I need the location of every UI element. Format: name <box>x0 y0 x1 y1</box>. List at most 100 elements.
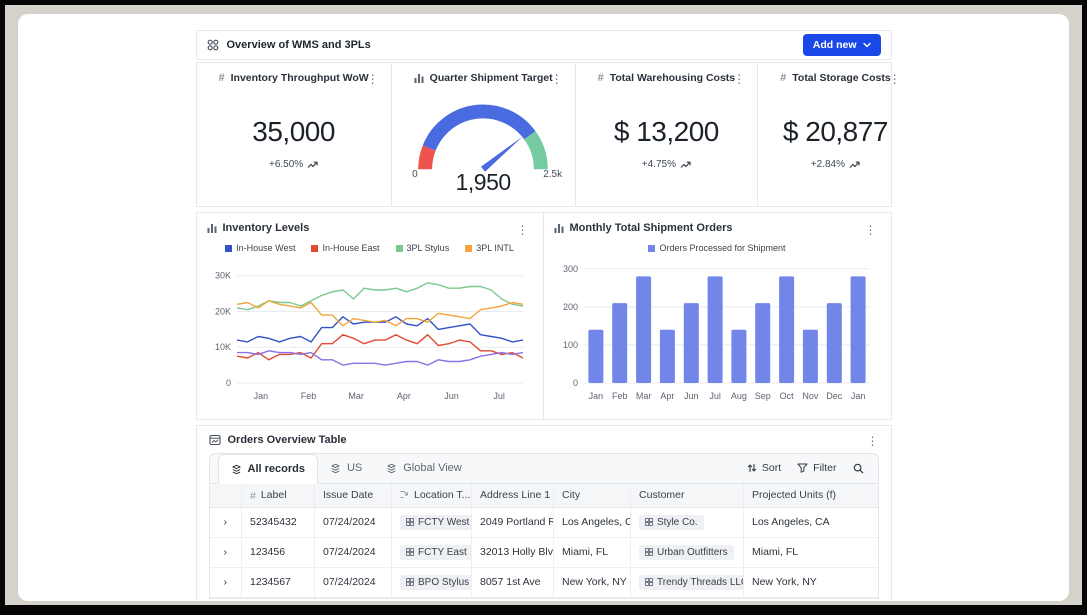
record-chip[interactable]: Trendy Threads LLC <box>639 575 744 590</box>
chip-label: FCTY East <box>418 547 467 558</box>
kpi-value: $ 13,200 <box>586 116 748 148</box>
cell-projected-units[interactable]: Miami, FL <box>744 537 878 567</box>
cell-issue-date[interactable]: 07/24/2024 <box>315 537 392 567</box>
column-header[interactable]: City <box>554 484 631 507</box>
inventory-levels-chart-card: Inventory Levels ⋮ In-House West In-House… <box>197 213 544 419</box>
table-row[interactable]: ›12345607/24/2024 FCTY East 32013 Holly Bl… <box>210 537 878 567</box>
kebab-menu-icon[interactable]: ⋮ <box>729 70 749 88</box>
bar <box>588 330 603 383</box>
cell-city[interactable]: Los Angeles, CA <box>554 507 631 537</box>
record-chip[interactable]: Urban Outfitters <box>639 545 734 560</box>
cell-issue-date[interactable]: 07/24/2024 <box>315 567 392 597</box>
kebab-menu-icon[interactable]: ⋮ <box>547 70 567 88</box>
tab-global-view[interactable]: Global View <box>374 453 474 483</box>
legend-swatch <box>648 245 655 252</box>
cell-city[interactable]: New York, NY <box>554 567 631 597</box>
bar-chart: 0100200300JanFebMarAprJunJulAugSepOctNov… <box>554 255 880 413</box>
sort-button[interactable]: Sort <box>747 462 781 474</box>
column-header[interactable]: #Label <box>242 484 315 507</box>
column-header-label: Location T... <box>414 489 470 501</box>
table-row[interactable]: ›123456707/24/2024 BPO Stylus8057 1st Ave… <box>210 567 878 597</box>
bar <box>826 303 841 383</box>
cell-customer[interactable]: Urban Outfitters <box>631 537 744 567</box>
legend-label: 3PL INTL <box>476 243 514 253</box>
tab-all-records[interactable]: All records <box>218 454 318 484</box>
kebab-menu-icon[interactable]: ⋮ <box>363 70 383 88</box>
kebab-menu-icon[interactable]: ⋮ <box>513 221 533 239</box>
column-header[interactable]: Issue Date <box>315 484 392 507</box>
cell-location[interactable]: BPO Stylus <box>392 567 472 597</box>
legend-swatch <box>311 245 318 252</box>
kebab-menu-icon[interactable]: ⋮ <box>861 221 881 239</box>
cell-label[interactable]: 123456 <box>242 537 315 567</box>
cell-projected-units[interactable]: New York, NY <box>744 567 878 597</box>
kebab-menu-icon[interactable]: ⋮ <box>885 70 905 88</box>
x-axis-tick: Aug <box>730 391 746 401</box>
add-new-button[interactable]: Add new <box>803 34 881 56</box>
cell-address-line-1[interactable]: 8057 1st Ave <box>472 567 554 597</box>
dashboard-grid-icon <box>207 39 219 51</box>
legend-label: In-House East <box>322 243 379 253</box>
y-axis-tick: 0 <box>225 378 230 388</box>
table-row[interactable]: ›5234543207/24/2024 FCTY West2049 Portlan… <box>210 507 878 537</box>
column-header[interactable]: Location T... <box>392 484 472 507</box>
search-icon[interactable] <box>853 463 864 474</box>
legend-item: In-House West <box>225 243 295 253</box>
row-expand-button[interactable]: › <box>210 507 242 537</box>
row-expand-button[interactable]: › <box>210 537 242 567</box>
record-chip[interactable]: FCTY West <box>400 515 472 530</box>
legend-label: Orders Processed for Shipment <box>659 243 785 253</box>
chart-title: Monthly Total Shipment Orders <box>570 222 733 234</box>
kpi-delta-text: +4.75% <box>642 159 676 170</box>
cell-customer[interactable]: Style Co. <box>631 507 744 537</box>
kebab-menu-icon[interactable]: ⋮ <box>863 432 883 450</box>
cell-address-line-1[interactable]: 32013 Holly Blvd. <box>472 537 554 567</box>
cell-location[interactable]: FCTY West <box>392 507 472 537</box>
sort-arrows-icon <box>747 463 757 473</box>
record-chip[interactable]: FCTY East <box>400 545 472 560</box>
hash-icon: # <box>219 72 225 84</box>
y-axis-tick: 0 <box>572 378 577 388</box>
y-axis-tick: 10K <box>214 342 230 352</box>
expander-column-header <box>210 484 242 507</box>
gauge-svg <box>408 90 558 180</box>
cell-city[interactable]: Miami, FL <box>554 537 631 567</box>
gauge-segment <box>530 135 541 169</box>
cell-address-line-1[interactable]: 2049 Portland Rd. <box>472 507 554 537</box>
x-axis-tick: Jul <box>709 391 721 401</box>
tab-us[interactable]: US <box>318 453 374 483</box>
x-axis-tick: Dec <box>826 391 843 401</box>
cell-customer[interactable]: Trendy Threads LLC <box>631 567 744 597</box>
bar <box>636 276 651 383</box>
chart-title: Inventory Levels <box>223 222 310 234</box>
row-expand-button[interactable]: › <box>210 567 242 597</box>
bar-chart-icon <box>414 73 424 83</box>
x-axis-tick: Nov <box>802 391 819 401</box>
kpi-title: Quarter Shipment Target <box>430 72 553 84</box>
grid-icon <box>645 518 653 526</box>
layers-icon <box>330 463 341 474</box>
y-axis-tick: 30K <box>214 271 230 281</box>
bar-chart-icon <box>554 223 564 233</box>
bar <box>612 303 627 383</box>
bar <box>802 330 817 383</box>
cell-issue-date[interactable]: 07/24/2024 <box>315 507 392 537</box>
monthly-shipment-orders-chart-card: Monthly Total Shipment Orders ⋮ Orders P… <box>544 213 891 419</box>
hash-icon: # <box>250 490 256 502</box>
cell-location[interactable]: FCTY East <box>392 537 472 567</box>
column-header[interactable]: Address Line 1 <box>472 484 554 507</box>
x-axis-tick: Feb <box>300 391 316 401</box>
x-axis-tick: Sep <box>754 391 770 401</box>
x-axis-tick: Jun <box>444 391 459 401</box>
column-header[interactable]: Customer <box>631 484 744 507</box>
cell-label[interactable]: 52345432 <box>242 507 315 537</box>
filter-button[interactable]: Filter <box>797 462 836 474</box>
dashboard-header: Overview of WMS and 3PLs Add new <box>196 30 892 60</box>
record-chip[interactable]: Style Co. <box>639 515 704 530</box>
column-header[interactable]: Projected Units (f) <box>744 484 878 507</box>
kpi-card-total-storage-costs: # Total Storage Costs ⋮ $ 20,877 +2.84% <box>758 63 913 206</box>
cell-label[interactable]: 1234567 <box>242 567 315 597</box>
record-chip[interactable]: BPO Stylus <box>400 575 472 590</box>
kpi-delta: +2.84% <box>768 159 903 170</box>
cell-projected-units[interactable]: Los Angeles, CA <box>744 507 878 537</box>
